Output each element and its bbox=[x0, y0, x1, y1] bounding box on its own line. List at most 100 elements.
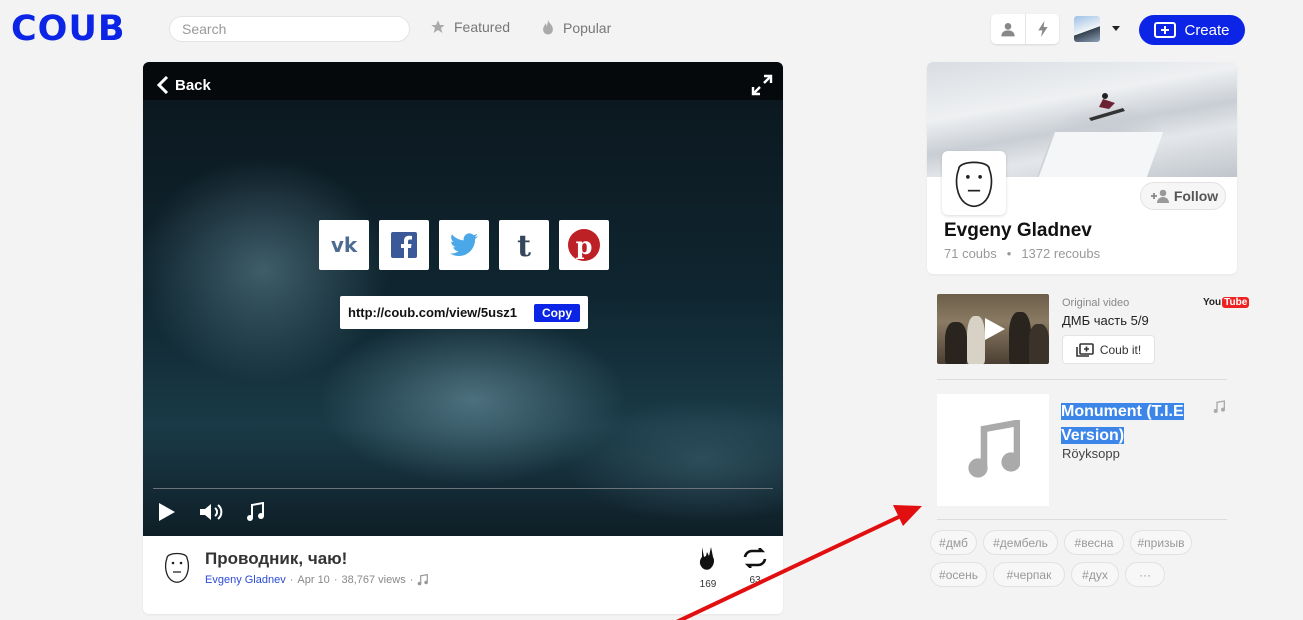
header-buttons bbox=[991, 14, 1059, 44]
coub-it-button[interactable]: Coub it! bbox=[1062, 335, 1155, 364]
star-icon bbox=[431, 20, 445, 33]
tag[interactable]: #призыв bbox=[1130, 530, 1192, 555]
music-note-icon bbox=[968, 420, 1020, 478]
flame-icon bbox=[543, 19, 553, 35]
chevron-down-icon[interactable] bbox=[1112, 26, 1120, 31]
like-count: 169 bbox=[699, 579, 717, 590]
create-label: Create bbox=[1184, 21, 1230, 39]
share-tumblr-button[interactable]: t bbox=[499, 220, 549, 270]
share-facebook-button[interactable] bbox=[379, 220, 429, 270]
nav-featured-label: Featured bbox=[454, 19, 511, 35]
play-icon bbox=[985, 318, 1005, 340]
original-video-thumbnail[interactable] bbox=[937, 294, 1049, 364]
snowboarder-figure bbox=[1089, 93, 1125, 121]
youtube-icon[interactable]: You Tube bbox=[1203, 297, 1250, 308]
user-icon bbox=[1001, 23, 1015, 37]
create-icon bbox=[1154, 22, 1177, 38]
like-button[interactable]: 169 bbox=[696, 546, 720, 590]
song-title[interactable]: Monument (T.I.E Version) bbox=[1061, 400, 1223, 448]
share-vk-button[interactable]: vk bbox=[319, 220, 369, 270]
coub-info: Проводник, чаю! Evgeny Gladnev · Apr 10 … bbox=[143, 536, 783, 614]
volume-button[interactable] bbox=[199, 502, 225, 527]
coub-meta: Evgeny Gladnev · Apr 10 · 38,767 views · bbox=[205, 574, 429, 586]
tumblr-icon: t bbox=[517, 230, 531, 260]
progress-bar[interactable] bbox=[153, 488, 773, 489]
tag[interactable]: #дух bbox=[1071, 562, 1119, 587]
notifications-button[interactable] bbox=[1025, 14, 1059, 44]
profile-recoubs[interactable]: 1372 recoubs bbox=[1021, 246, 1100, 261]
more-tags-button[interactable]: ··· bbox=[1125, 562, 1165, 587]
tag[interactable]: #осень bbox=[930, 562, 987, 587]
profile-name[interactable]: Evgeny Gladnev bbox=[944, 220, 1092, 242]
volume-icon bbox=[200, 504, 223, 520]
coub-card: Back vk t p http://coub.com/view/5usz1 C… bbox=[143, 62, 783, 614]
share-buttons: vk t p bbox=[319, 220, 609, 270]
video-player[interactable]: Back vk t p http://coub.com/view/5usz1 C… bbox=[143, 62, 783, 536]
poker-face-icon bbox=[955, 161, 993, 208]
music-note-icon bbox=[1213, 400, 1225, 413]
fullscreen-button[interactable] bbox=[751, 74, 773, 101]
vk-icon: vk bbox=[331, 234, 358, 256]
divider bbox=[937, 379, 1227, 380]
follow-label: Follow bbox=[1173, 188, 1219, 204]
lightning-icon bbox=[1037, 21, 1048, 37]
tag[interactable]: #весна bbox=[1064, 530, 1124, 555]
copy-button[interactable]: Copy bbox=[534, 303, 580, 322]
recoub-button[interactable]: 63 bbox=[740, 547, 770, 586]
chevron-left-icon bbox=[157, 76, 169, 94]
original-video-title[interactable]: ДМБ часть 5/9 bbox=[1062, 313, 1149, 328]
share-url[interactable]: http://coub.com/view/5usz1 bbox=[348, 305, 517, 320]
expand-icon bbox=[751, 74, 773, 96]
follow-button[interactable]: Follow bbox=[1140, 182, 1226, 210]
user-avatar[interactable] bbox=[1074, 16, 1100, 42]
share-url-box: http://coub.com/view/5usz1 Copy bbox=[340, 296, 588, 329]
svg-text:p: p bbox=[576, 231, 593, 260]
rock-hand-icon bbox=[699, 547, 715, 570]
poker-face-icon bbox=[164, 552, 190, 583]
nav-featured[interactable]: Featured bbox=[430, 19, 510, 35]
tag[interactable]: #черпак bbox=[993, 562, 1065, 587]
recoub-count: 63 bbox=[749, 575, 761, 586]
create-button[interactable]: Create bbox=[1139, 15, 1245, 45]
pinterest-icon: p bbox=[568, 229, 600, 261]
coub-it-label: Coub it! bbox=[1099, 342, 1142, 357]
tag[interactable]: #дмб bbox=[930, 530, 977, 555]
svg-text:vk: vk bbox=[331, 234, 358, 256]
music-toggle-button[interactable] bbox=[246, 501, 264, 527]
facebook-icon bbox=[391, 232, 417, 258]
author-profile-card: Follow Evgeny Gladnev 71 coubs • 1372 re… bbox=[927, 62, 1237, 274]
music-note-icon bbox=[247, 501, 264, 521]
profile-stats: 71 coubs • 1372 recoubs bbox=[944, 246, 1101, 261]
cover-ramp bbox=[1036, 132, 1164, 177]
play-button[interactable] bbox=[158, 502, 176, 527]
top-bar: COUB Featured Popular Create bbox=[0, 0, 1303, 58]
music-thumbnail[interactable] bbox=[937, 394, 1049, 506]
play-icon bbox=[159, 503, 175, 521]
svg-text:t: t bbox=[517, 230, 531, 260]
music-block: Monument (T.I.E Version) Röyksopp bbox=[937, 394, 1227, 508]
song-artist[interactable]: Röyksopp bbox=[1062, 446, 1120, 461]
profile-avatar[interactable] bbox=[942, 151, 1006, 215]
coub-views: 38,767 views bbox=[341, 574, 406, 586]
author-link[interactable]: Evgeny Gladnev bbox=[205, 574, 286, 586]
original-video-block: Original video ДМБ часть 5/9 You Tube Cou… bbox=[937, 294, 1250, 366]
share-twitter-button[interactable] bbox=[439, 220, 489, 270]
profile-coubs[interactable]: 71 coubs bbox=[944, 246, 997, 261]
back-button[interactable]: Back bbox=[157, 76, 211, 94]
original-video-label: Original video bbox=[1062, 297, 1130, 309]
tag[interactable]: #дембель bbox=[983, 530, 1058, 555]
music-note-icon bbox=[418, 574, 429, 586]
coub-title: Проводник, чаю! bbox=[205, 549, 348, 568]
back-label: Back bbox=[175, 76, 211, 94]
author-avatar[interactable] bbox=[163, 550, 191, 584]
coub-date: Apr 10 bbox=[297, 574, 330, 586]
share-pinterest-button[interactable]: p bbox=[559, 220, 609, 270]
recoub-icon bbox=[743, 547, 767, 569]
coub-logo[interactable]: COUB bbox=[11, 10, 126, 48]
profile-button[interactable] bbox=[991, 14, 1025, 44]
divider bbox=[937, 519, 1227, 520]
twitter-icon bbox=[450, 233, 478, 256]
search-input[interactable] bbox=[169, 16, 410, 42]
add-user-icon bbox=[1150, 189, 1169, 203]
nav-popular[interactable]: Popular bbox=[541, 19, 611, 36]
